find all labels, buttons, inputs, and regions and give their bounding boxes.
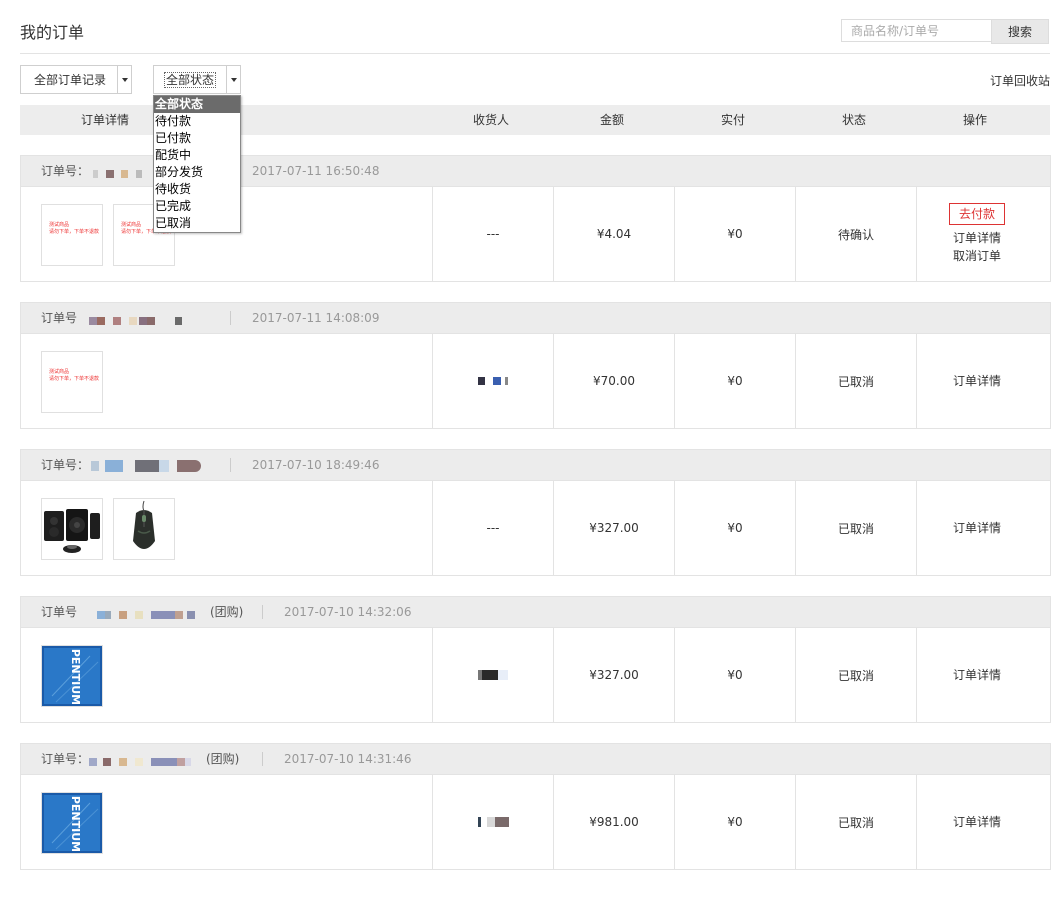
order-status-dropdown-menu: 全部状态 待付款 已付款 配货中 部分发货 待收货 已完成 已取消 xyxy=(153,95,241,233)
page-title: 我的订单 xyxy=(20,23,85,42)
order-recycle-bin-link[interactable]: 订单回收站 xyxy=(990,72,1050,89)
order-number-redacted xyxy=(93,166,142,178)
product-image[interactable]: 测试商品 请勿下单，下单不退款 xyxy=(41,204,103,266)
product-image[interactable] xyxy=(113,498,175,560)
order-receiver-redacted xyxy=(432,775,553,869)
order-amount: ¥981.00 xyxy=(553,775,674,869)
group-buy-tag: (团购) xyxy=(210,605,244,619)
order-paid: ¥0 xyxy=(674,334,795,428)
order-records-select[interactable]: 全部订单记录 xyxy=(20,65,132,94)
order-header: 订单号 2017-07-11 14:08:09 xyxy=(21,303,1050,334)
order-body: PENTIUM ¥981.00 ¥0 已取消 订单详情 xyxy=(21,775,1050,869)
status-option-awaiting-receipt[interactable]: 待收货 xyxy=(154,181,240,198)
cancel-order-link[interactable]: 取消订单 xyxy=(953,247,1001,265)
order-time: 2017-07-10 14:32:06 xyxy=(284,605,412,619)
chevron-down-icon xyxy=(226,66,240,93)
intel-pentium-box-image: PENTIUM xyxy=(42,646,102,706)
column-header-actions: 操作 xyxy=(962,113,987,127)
column-header-receiver: 收货人 xyxy=(472,113,509,127)
order-time: 2017-07-10 14:31:46 xyxy=(284,752,412,766)
order-paid: ¥0 xyxy=(674,187,795,281)
svg-text:PENTIUM: PENTIUM xyxy=(69,649,82,705)
order-header: 订单号： (团购) 2017-07-10 14:31:46 xyxy=(21,744,1050,775)
order-number-redacted xyxy=(89,313,182,325)
order-card: 订单号 (团购) 2017-07-10 14:32:06 PENTIUM ¥32… xyxy=(20,596,1051,723)
order-number-label: 订单号 xyxy=(41,605,78,619)
order-receiver-redacted xyxy=(432,628,553,722)
order-paid: ¥0 xyxy=(674,481,795,575)
column-header-status: 状态 xyxy=(841,113,866,127)
order-actions: 订单详情 xyxy=(916,334,1037,428)
order-time: 2017-07-11 14:08:09 xyxy=(252,311,380,325)
product-image[interactable]: 测试商品 请勿下单，下单不退款 xyxy=(41,351,103,413)
order-time: 2017-07-10 18:49:46 xyxy=(252,458,380,472)
order-paid: ¥0 xyxy=(674,628,795,722)
status-option-pending-payment[interactable]: 待付款 xyxy=(154,113,240,130)
order-paid: ¥0 xyxy=(674,775,795,869)
group-buy-tag: (团购) xyxy=(206,752,240,766)
order-body: --- ¥327.00 ¥0 已取消 订单详情 xyxy=(21,481,1050,575)
product-image[interactable]: PENTIUM xyxy=(41,792,103,854)
order-number-redacted xyxy=(91,458,201,472)
order-status-select[interactable]: 全部状态 xyxy=(153,65,241,94)
pay-button[interactable]: 去付款 xyxy=(948,203,1005,225)
status-option-completed[interactable]: 已完成 xyxy=(154,198,240,215)
order-card: 订单号 2017-07-11 14:08:09 测试商品 请勿下单，下单不退款 ¥… xyxy=(20,302,1051,429)
order-amount: ¥4.04 xyxy=(553,187,674,281)
order-amount: ¥327.00 xyxy=(553,481,674,575)
order-receiver: --- xyxy=(432,187,553,281)
order-detail-link[interactable]: 订单详情 xyxy=(953,372,1001,390)
order-body: 测试商品 请勿下单，下单不退款 ¥70.00 ¥0 已取消 订单详情 xyxy=(21,334,1050,428)
product-image[interactable]: PENTIUM xyxy=(41,645,103,707)
order-header: 订单号： 2017-07-10 18:49:46 xyxy=(21,450,1050,481)
status-option-packing[interactable]: 配货中 xyxy=(154,147,240,164)
order-status: 已取消 xyxy=(795,775,916,869)
order-status-select-label: 全部状态 xyxy=(164,72,217,88)
order-number-redacted xyxy=(89,754,191,766)
chevron-down-icon xyxy=(117,66,131,93)
intel-pentium-box-image: PENTIUM xyxy=(42,793,102,853)
gaming-mouse-image xyxy=(133,500,155,549)
order-time: 2017-07-11 16:50:48 xyxy=(252,164,380,178)
order-detail-link[interactable]: 订单详情 xyxy=(953,813,1001,831)
status-option-all[interactable]: 全部状态 xyxy=(154,96,240,113)
order-amount: ¥70.00 xyxy=(553,334,674,428)
order-actions: 去付款 订单详情 取消订单 xyxy=(916,187,1037,281)
order-status: 待确认 xyxy=(795,187,916,281)
column-header-paid: 实付 xyxy=(720,113,745,127)
order-number-redacted xyxy=(97,607,195,619)
order-card: 订单号： 2017-07-10 18:49:46 --- ¥327.00 ¥0 … xyxy=(20,449,1051,576)
status-option-paid[interactable]: 已付款 xyxy=(154,130,240,147)
speaker-set-image xyxy=(44,509,100,553)
order-card: 订单号： (团购) 2017-07-10 14:31:46 PENTIUM ¥9… xyxy=(20,743,1051,870)
order-body: PENTIUM ¥327.00 ¥0 已取消 订单详情 xyxy=(21,628,1050,722)
order-number-label: 订单号： xyxy=(41,164,90,178)
column-header-amount: 金额 xyxy=(599,113,624,127)
order-actions: 订单详情 xyxy=(916,481,1037,575)
status-option-cancelled[interactable]: 已取消 xyxy=(154,215,240,232)
search-box: 搜索 xyxy=(841,19,1049,44)
order-header: 订单号 (团购) 2017-07-10 14:32:06 xyxy=(21,597,1050,628)
order-amount: ¥327.00 xyxy=(553,628,674,722)
order-receiver-redacted xyxy=(432,334,553,428)
search-input[interactable] xyxy=(841,19,991,42)
order-detail-link[interactable]: 订单详情 xyxy=(953,519,1001,537)
search-button[interactable]: 搜索 xyxy=(991,19,1049,44)
order-receiver: --- xyxy=(432,481,553,575)
order-detail-link[interactable]: 订单详情 xyxy=(953,666,1001,684)
order-status: 已取消 xyxy=(795,628,916,722)
order-number-label: 订单号 xyxy=(41,311,78,325)
divider xyxy=(20,53,1050,54)
order-actions: 订单详情 xyxy=(916,628,1037,722)
order-actions: 订单详情 xyxy=(916,775,1037,869)
order-status: 已取消 xyxy=(795,334,916,428)
order-status: 已取消 xyxy=(795,481,916,575)
svg-text:PENTIUM: PENTIUM xyxy=(69,796,82,852)
product-image[interactable] xyxy=(41,498,103,560)
order-number-label: 订单号： xyxy=(41,458,90,472)
order-detail-link[interactable]: 订单详情 xyxy=(953,229,1001,247)
status-option-partially-shipped[interactable]: 部分发货 xyxy=(154,164,240,181)
order-number-label: 订单号： xyxy=(41,752,90,766)
order-records-select-label: 全部订单记录 xyxy=(34,73,107,87)
